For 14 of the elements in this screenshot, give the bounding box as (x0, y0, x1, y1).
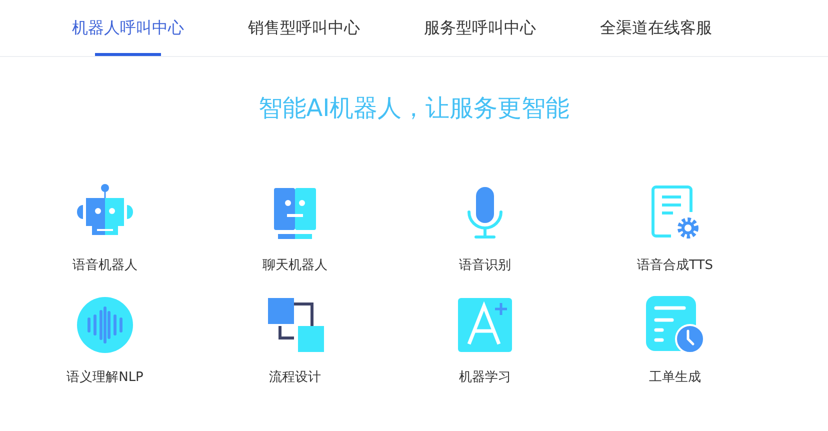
tab[interactable]: 服务型呼叫中心 (392, 0, 568, 56)
sound-wave-icon (74, 294, 136, 356)
feature-label[interactable]: 流程设计 (269, 368, 321, 386)
feature-label[interactable]: 语音合成TTS (637, 256, 713, 274)
tab[interactable]: 机器人呼叫中心 (40, 0, 216, 56)
feature-label[interactable]: 聊天机器人 (262, 256, 328, 274)
headline: 智能AI机器人，让服务更智能 (257, 93, 571, 124)
feature-label[interactable]: 工单生成 (649, 368, 701, 386)
feature-label[interactable]: 机器学习 (459, 368, 511, 386)
feature-label[interactable]: 语音机器人 (72, 256, 138, 274)
feature-label[interactable]: 语音识别 (459, 256, 511, 274)
tab[interactable]: 销售型呼叫中心 (216, 0, 392, 56)
tab[interactable]: 全渠道在线客服 (568, 0, 744, 56)
feature-label[interactable]: 语义理解NLP (66, 368, 144, 386)
